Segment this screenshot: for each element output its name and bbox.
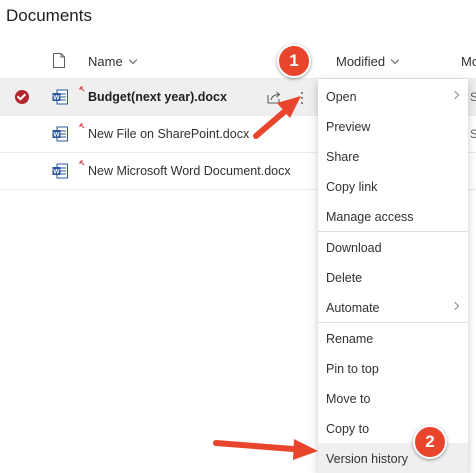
annotation-badge-1: 1 xyxy=(277,44,311,78)
menu-item-delete[interactable]: Delete xyxy=(318,262,468,292)
menu-item-label: Version history xyxy=(326,452,408,466)
svg-text:W: W xyxy=(53,169,60,176)
svg-text:W: W xyxy=(53,132,60,139)
annotation-arrow-2 xyxy=(213,439,318,460)
column-header-modified[interactable]: Modified xyxy=(336,54,400,69)
menu-item-label: Delete xyxy=(326,271,363,285)
menu-item-rename[interactable]: Rename xyxy=(318,323,468,353)
menu-item-label: Copy link xyxy=(326,180,378,194)
column-header-row: Name Modified Mo xyxy=(0,44,476,79)
context-menu: Open Preview Share Copy link Manage acce… xyxy=(318,79,468,473)
column-header-name-label: Name xyxy=(88,54,123,69)
new-item-icon xyxy=(79,86,85,92)
menu-item-pin-to-top[interactable]: Pin to top xyxy=(318,353,468,383)
checkmark-icon[interactable] xyxy=(15,90,29,104)
column-header-name[interactable]: Name xyxy=(88,54,137,69)
chevron-right-icon xyxy=(450,301,460,311)
new-item-icon xyxy=(79,160,85,166)
menu-item-label: Automate xyxy=(326,301,380,315)
more-options-icon[interactable] xyxy=(297,87,307,107)
share-icon[interactable] xyxy=(266,89,282,105)
word-icon: W xyxy=(52,163,68,179)
page-title: Documents xyxy=(6,6,92,25)
menu-item-download[interactable]: Download xyxy=(318,232,468,262)
menu-item-label: Preview xyxy=(326,120,371,134)
file-name-link[interactable]: New File on SharePoint.docx xyxy=(88,127,249,141)
svg-text:W: W xyxy=(53,95,60,102)
file-name-link[interactable]: New Microsoft Word Document.docx xyxy=(88,164,291,178)
file-name-link[interactable]: Budget(next year).docx xyxy=(88,90,227,104)
chevron-down-icon xyxy=(128,55,137,65)
column-header-modified-label: Modified xyxy=(336,54,386,69)
menu-item-label: Pin to top xyxy=(326,362,379,376)
new-item-icon xyxy=(79,123,85,129)
menu-item-label: Rename xyxy=(326,332,374,346)
menu-item-label: Move to xyxy=(326,392,371,406)
word-icon: W xyxy=(52,126,68,142)
modified-by-value: S xyxy=(470,90,476,104)
menu-item-manage-access[interactable]: Manage access xyxy=(318,201,468,231)
chevron-down-icon xyxy=(390,55,400,65)
menu-item-label: Download xyxy=(326,241,382,255)
menu-item-label: Share xyxy=(326,150,360,164)
menu-item-preview[interactable]: Preview xyxy=(318,111,468,141)
menu-item-label: Open xyxy=(326,90,357,104)
column-header-modified-by[interactable]: Mo xyxy=(461,54,476,69)
document-icon[interactable] xyxy=(53,53,65,68)
menu-item-copy-link[interactable]: Copy link xyxy=(318,171,468,201)
menu-item-move-to[interactable]: Move to xyxy=(318,383,468,413)
word-icon: W xyxy=(52,89,68,105)
menu-item-share[interactable]: Share xyxy=(318,141,468,171)
modified-by-value: S xyxy=(470,127,476,141)
menu-item-label: Copy to xyxy=(326,422,370,436)
menu-item-open[interactable]: Open xyxy=(318,81,468,111)
menu-item-label: Manage access xyxy=(326,210,414,224)
annotation-badge-2: 2 xyxy=(413,425,447,459)
menu-item-automate[interactable]: Automate xyxy=(318,292,468,322)
chevron-right-icon xyxy=(450,90,460,100)
